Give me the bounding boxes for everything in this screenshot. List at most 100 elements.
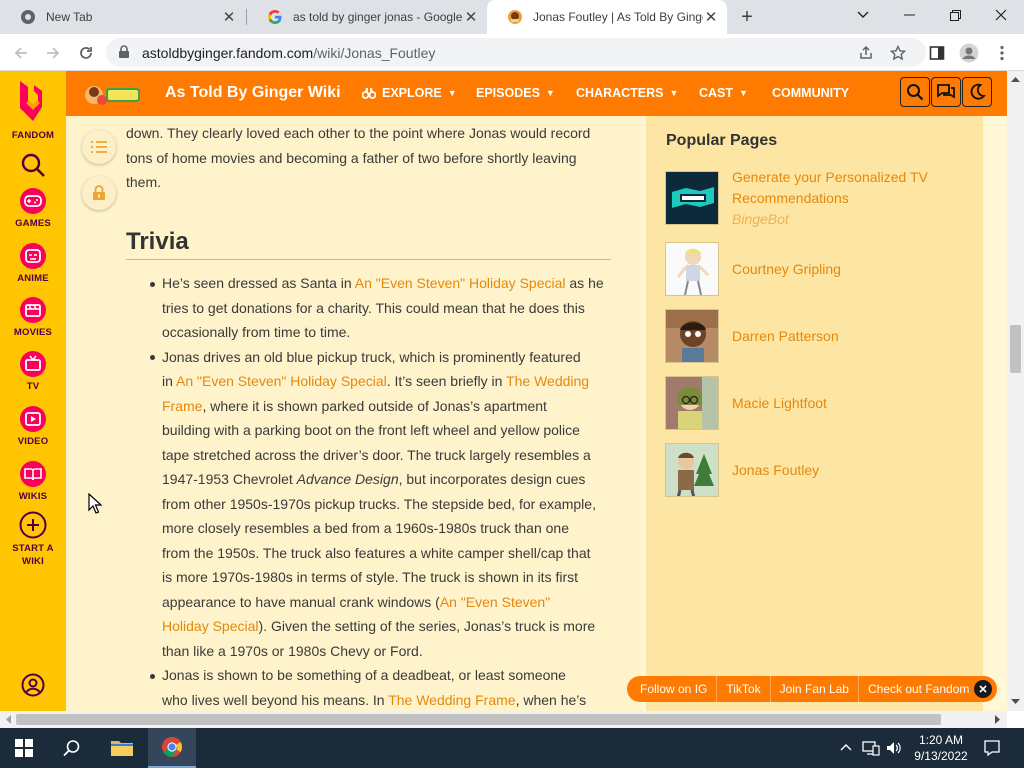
profile-icon xyxy=(959,43,979,63)
article-content: down. They clearly loved each other to t… xyxy=(66,116,641,711)
tab-search-button[interactable] xyxy=(840,0,886,30)
tiktok-link[interactable]: TikTok xyxy=(726,682,760,696)
wiki-search-button[interactable] xyxy=(900,77,930,107)
follow-ig-link[interactable]: Follow on IG xyxy=(640,682,707,696)
user-account-button[interactable] xyxy=(0,673,66,700)
chrome-menu-button[interactable] xyxy=(991,42,1013,64)
lock-icon xyxy=(93,185,105,200)
courtney-thumbnail[interactable] xyxy=(665,242,719,296)
chevron-up-icon[interactable] xyxy=(840,743,852,751)
table-of-contents-button[interactable] xyxy=(82,130,116,164)
rail-item-tv[interactable]: TV xyxy=(0,350,66,392)
moon-icon xyxy=(970,83,986,100)
minimize-button[interactable] xyxy=(886,0,932,30)
check-out-fandom-link[interactable]: Check out Fandom xyxy=(868,682,969,696)
profile-button[interactable] xyxy=(958,42,980,64)
system-clock[interactable]: 1:20 AM 9/13/2022 xyxy=(912,732,970,764)
trivia-item-2-line-4: building with a parking boot on the fron… xyxy=(162,422,580,438)
episode-link[interactable]: The Wedding Frame xyxy=(388,692,515,708)
jonas-thumbnail[interactable] xyxy=(665,443,719,497)
popular-link-darren[interactable]: Darren Patterson xyxy=(732,326,839,347)
episode-link[interactable]: Frame xyxy=(162,398,202,414)
close-social-bar-button[interactable] xyxy=(974,680,992,698)
browser-toolbar: astoldbyginger.fandom.com/wiki/Jonas_Fou… xyxy=(0,34,1024,71)
macie-thumbnail[interactable] xyxy=(665,376,719,430)
share-icon xyxy=(860,45,872,59)
forward-button[interactable] xyxy=(42,42,64,64)
side-panel-button[interactable] xyxy=(926,42,948,64)
restore-button[interactable] xyxy=(932,0,978,30)
episode-link[interactable]: Holiday Special xyxy=(162,618,259,634)
episode-link[interactable]: An "Even Steven" xyxy=(440,594,550,610)
trivia-item-2-line-12: Holiday Special). Given the setting of t… xyxy=(162,614,595,639)
vertical-scrollbar[interactable] xyxy=(1007,71,1024,711)
rail-item-anime[interactable]: ANIME xyxy=(0,242,66,284)
search-icon xyxy=(907,84,924,101)
lock-icon[interactable] xyxy=(118,45,130,59)
darren-thumbnail[interactable] xyxy=(665,309,719,363)
scrollbar-thumb[interactable] xyxy=(1010,325,1021,373)
file-explorer-button[interactable] xyxy=(98,728,146,768)
close-tab-icon[interactable]: ✕ xyxy=(703,9,719,26)
popular-link-macie[interactable]: Macie Lightfoot xyxy=(732,393,827,414)
popular-link-jonas[interactable]: Jonas Foutley xyxy=(732,460,819,481)
nav-episodes[interactable]: EPISODES ▼ xyxy=(476,86,555,100)
wiki-name[interactable]: As Told By Ginger Wiki xyxy=(165,84,341,102)
address-bar[interactable]: astoldbyginger.fandom.com/wiki/Jonas_Fou… xyxy=(106,38,926,67)
episode-link[interactable]: An "Even Steven" Holiday Special xyxy=(355,275,566,291)
tab-title: as told by ginger jonas - Google xyxy=(293,10,463,24)
tab-jonas-foutley[interactable]: Jonas Foutley | As Told By Ginger ✕ xyxy=(487,0,727,34)
bookmark-button[interactable] xyxy=(887,42,909,64)
rail-item-label: VIDEO xyxy=(17,436,49,447)
popular-link-bingebot[interactable]: Generate your Personalized TV Recommendat… xyxy=(732,167,928,209)
scrollbar-thumb[interactable] xyxy=(16,714,941,725)
rail-item-wikis[interactable]: WIKIS xyxy=(0,460,66,502)
discussions-button[interactable] xyxy=(931,77,961,107)
new-tab-button[interactable]: + xyxy=(737,7,757,27)
close-icon xyxy=(979,685,987,693)
wiki-logo[interactable] xyxy=(84,82,144,107)
close-tab-icon[interactable]: ✕ xyxy=(221,9,237,26)
popular-link-courtney[interactable]: Courtney Gripling xyxy=(732,259,841,280)
reload-button[interactable] xyxy=(75,42,97,64)
nav-characters[interactable]: CHARACTERS ▼ xyxy=(576,86,678,100)
start-a-wiki-button[interactable]: START A WIKI xyxy=(0,511,66,568)
volume-icon[interactable] xyxy=(886,740,902,756)
rail-item-games[interactable]: GAMES xyxy=(0,187,66,229)
tab-new-tab[interactable]: New Tab ✕ xyxy=(0,0,245,34)
start-button[interactable] xyxy=(0,728,48,768)
back-button[interactable] xyxy=(10,42,32,64)
close-window-button[interactable] xyxy=(978,0,1024,30)
bingebot-thumbnail[interactable] xyxy=(665,171,719,225)
fan-lab-link[interactable]: Join Fan Lab xyxy=(780,682,849,696)
lock-button[interactable] xyxy=(82,176,116,210)
browser-tab-strip: New Tab ✕ as told by ginger jonas - Goog… xyxy=(0,0,1024,34)
share-button[interactable] xyxy=(855,42,877,64)
close-tab-icon[interactable]: ✕ xyxy=(463,9,479,26)
jonas-image xyxy=(666,444,718,496)
rail-item-movies[interactable]: MOVIES xyxy=(0,296,66,338)
dark-mode-toggle[interactable] xyxy=(962,77,992,107)
episode-link[interactable]: The Wedding xyxy=(506,373,589,389)
tab-google-search[interactable]: as told by ginger jonas - Google ✕ xyxy=(247,0,487,34)
episode-link[interactable]: An "Even Steven" Holiday Special xyxy=(176,373,387,389)
network-icon[interactable] xyxy=(862,740,880,756)
trivia-item-3-line-1: Jonas is shown to be something of a dead… xyxy=(162,667,566,683)
trivia-item-2-line-10: is more 1970s-1980s in terms of style. T… xyxy=(162,569,579,585)
fandom-search-button[interactable] xyxy=(0,151,66,182)
text-run: in xyxy=(162,373,177,389)
taskbar-search-button[interactable] xyxy=(48,728,96,768)
scroll-down-arrow-icon[interactable] xyxy=(1011,699,1020,705)
scroll-left-arrow-icon[interactable] xyxy=(5,715,11,724)
rail-item-video[interactable]: VIDEO xyxy=(0,405,66,447)
chrome-taskbar-button[interactable] xyxy=(148,728,196,768)
fandom-home-link[interactable]: FANDOM xyxy=(0,79,66,141)
nav-explore[interactable]: EXPLORE ▼ xyxy=(362,86,457,100)
notification-icon[interactable] xyxy=(983,739,1001,757)
scroll-right-arrow-icon[interactable] xyxy=(995,715,1001,724)
scroll-up-arrow-icon[interactable] xyxy=(1011,76,1020,82)
nav-community[interactable]: COMMUNITY xyxy=(772,86,849,100)
star-icon xyxy=(890,45,906,61)
nav-cast[interactable]: CAST ▼ xyxy=(699,86,748,100)
horizontal-scrollbar[interactable] xyxy=(0,711,1007,728)
